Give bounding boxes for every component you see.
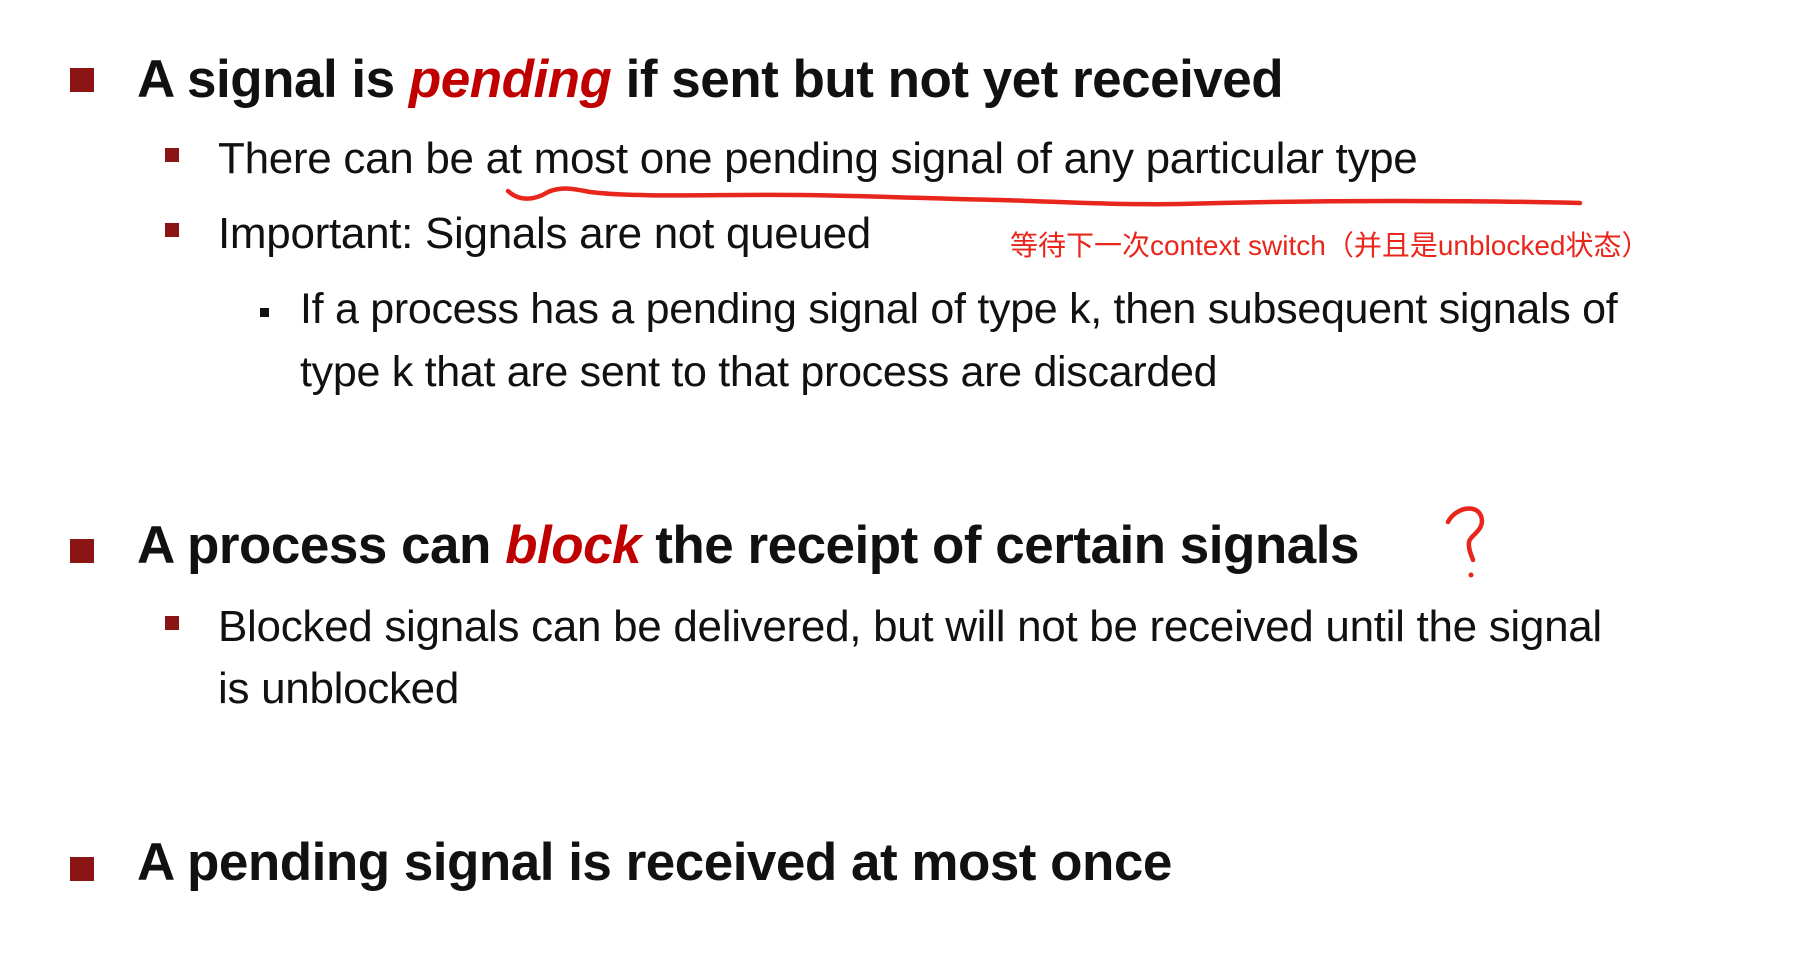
emphasis-block: block xyxy=(505,516,642,575)
sub-point-not-queued: Important: Signals are not queued xyxy=(218,209,871,258)
handwritten-question-mark xyxy=(1445,506,1485,563)
bullet-square xyxy=(70,68,94,92)
point-pending: A signal is pending if sent but not yet … xyxy=(137,50,1284,109)
sub-point-one-pending: There can be at most one pending signal … xyxy=(218,134,1418,183)
bullet-square xyxy=(165,223,179,237)
slide: A signal is pending if sent but not yet … xyxy=(0,0,1799,955)
sub-sub-point-discard-line1: If a process has a pending signal of typ… xyxy=(300,285,1618,333)
bullet-square xyxy=(70,857,94,881)
sub-sub-point-discard-line2: type k that are sent to that process are… xyxy=(300,348,1218,396)
point-pending-post: if sent but not yet received xyxy=(611,50,1284,109)
bullet-square xyxy=(70,539,94,563)
handwritten-question-dot xyxy=(1468,572,1474,578)
point-pending-pre: A signal is xyxy=(137,50,409,109)
annotation-note: 等待下一次context switch（并且是unblocked状态） xyxy=(1010,230,1650,261)
point-block-pre: A process can xyxy=(137,516,506,575)
bullet-small-square xyxy=(260,308,269,317)
bullet-square xyxy=(165,616,179,630)
point-block-post: the receipt of certain signals xyxy=(641,516,1359,575)
sub-point-blocked-line2: is unblocked xyxy=(218,664,459,713)
point-received-once: A pending signal is received at most onc… xyxy=(137,833,1172,892)
emphasis-pending: pending xyxy=(408,50,612,109)
bullet-square xyxy=(165,148,179,162)
sub-point-blocked-line1: Blocked signals can be delivered, but wi… xyxy=(218,602,1602,651)
handwritten-underline xyxy=(505,186,1583,207)
point-block: A process can block the receipt of certa… xyxy=(137,519,1359,572)
